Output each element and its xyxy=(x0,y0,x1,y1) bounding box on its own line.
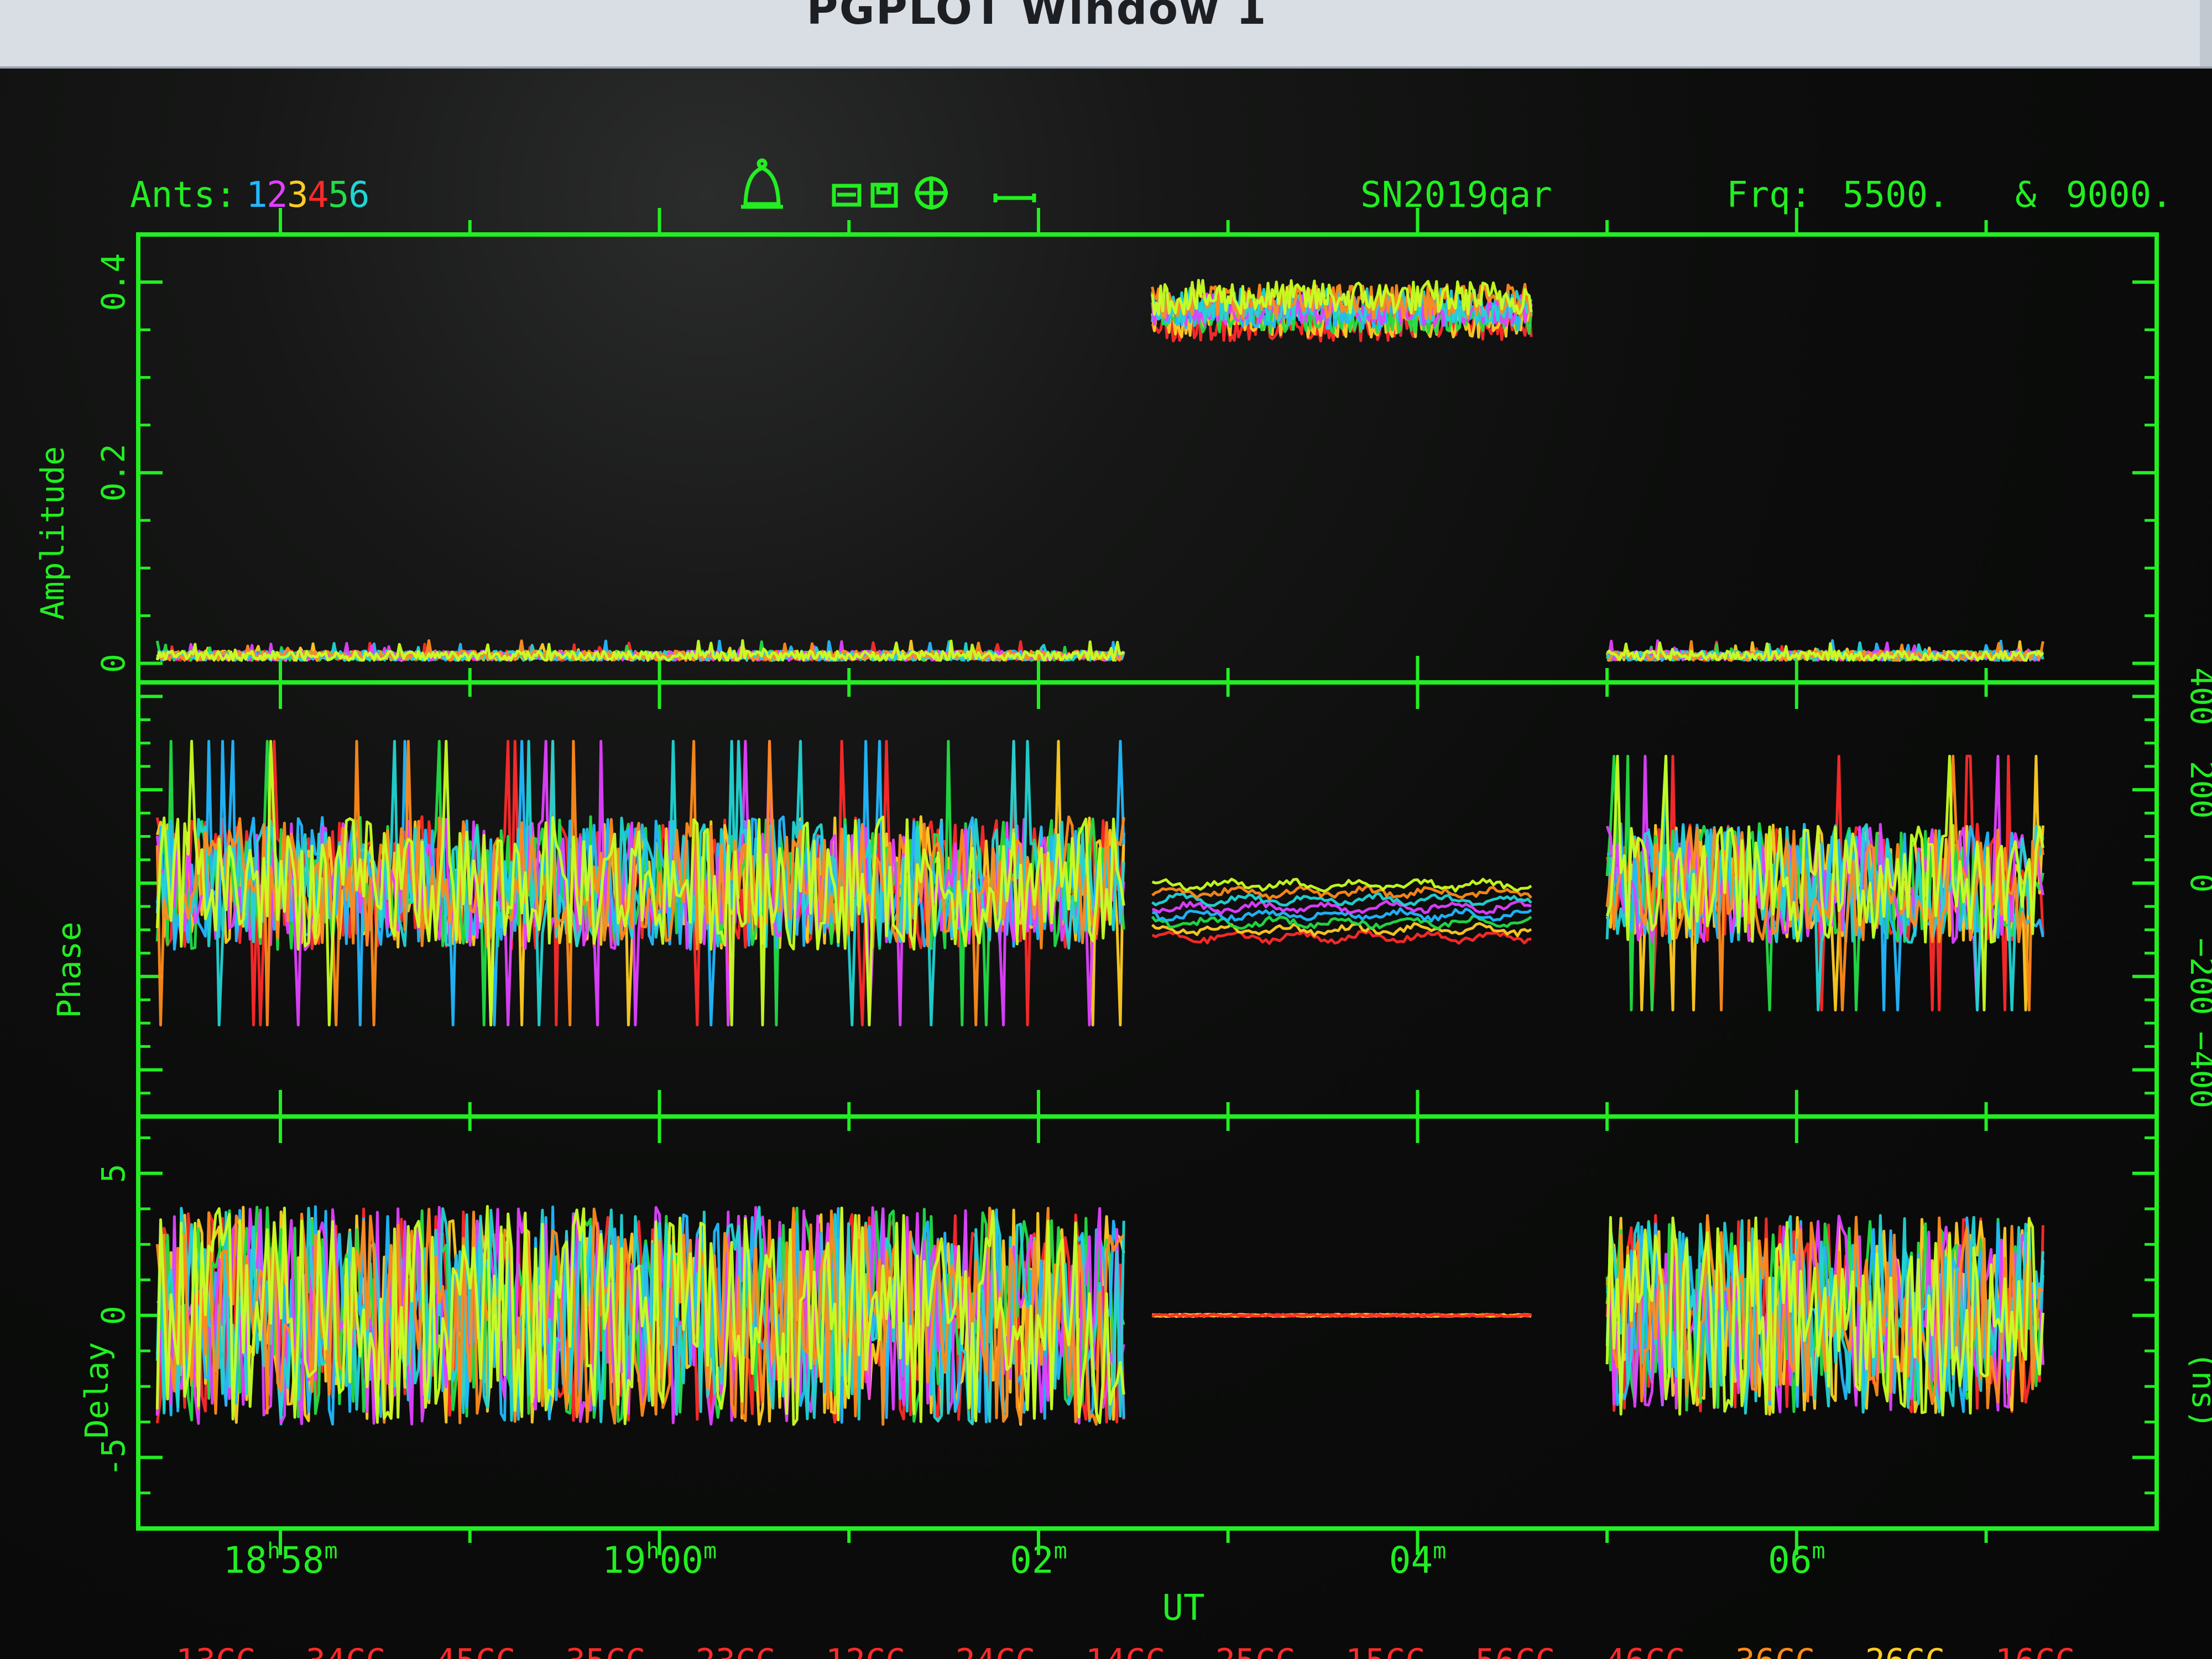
baseline-legend: 13CC 34CC 45CC 35CC 23CC 12CC 24CC 14CC 25CC 15CC… xyxy=(176,1642,2075,1659)
x-tick-minor: 00 xyxy=(659,1539,703,1582)
bell-icon[interactable] xyxy=(741,158,783,209)
phase-series-1-segment-2 xyxy=(1151,930,1532,945)
freq-value-1: 5500. xyxy=(1843,175,1949,216)
delay-series-8-segment-2 xyxy=(1151,1313,1532,1318)
window-titlebar: PGPLOT Window 1 xyxy=(0,0,2212,69)
baseline-label: 15CC xyxy=(1345,1642,1426,1659)
delay-unit-label: (ns) xyxy=(2185,1352,2212,1429)
phase-series-7-segment-2 xyxy=(1151,884,1532,900)
crosshair-icon[interactable] xyxy=(915,176,948,210)
amplitude-y-tick-label: 0.4 xyxy=(95,253,132,311)
baseline-label: 34CC xyxy=(306,1642,386,1659)
antenna-5: 5 xyxy=(328,175,349,216)
pgplot-canvas: Ants: 123456 SN2019qar Frq: 5500. & 9000… xyxy=(0,69,2212,1659)
delay-y-tick-label: 5 xyxy=(95,1164,132,1183)
baseline-label: 12CC xyxy=(826,1642,906,1659)
baseline-label: 13CC xyxy=(176,1642,256,1659)
baseline-label: 25CC xyxy=(1215,1642,1296,1659)
delay-y-tick-label: -5 xyxy=(95,1438,132,1477)
diagnostic-plot: Ants: 123456 SN2019qar Frq: 5500. & 9000… xyxy=(34,158,2212,1659)
freq-value-2: 9000. xyxy=(2066,175,2173,216)
phase-y-tick-label: −400 xyxy=(2183,1031,2212,1109)
baseline-label: 56CC xyxy=(1475,1642,1556,1659)
baseline-label: 36CC xyxy=(1735,1642,1815,1659)
window-title: PGPLOT Window 1 xyxy=(806,0,1267,34)
disk-icon[interactable] xyxy=(870,182,898,208)
amplitude-y-tick-label: 0.2 xyxy=(95,444,132,502)
antenna-1: 1 xyxy=(246,175,268,216)
x-tick-label: 19h00m xyxy=(602,1538,717,1582)
window-edge xyxy=(2200,0,2212,66)
x-tick-m: m xyxy=(325,1538,338,1564)
baseline-label: 23CC xyxy=(696,1642,776,1659)
antenna-4: 4 xyxy=(307,175,329,216)
delay-y-tick-label: 0 xyxy=(95,1306,132,1325)
x-tick-minor: 58 xyxy=(280,1539,324,1582)
amplitude-y-tick-label: 0 xyxy=(95,654,132,673)
x-tick-m: m xyxy=(1054,1538,1067,1564)
phase-series-8-segment-1 xyxy=(155,739,1125,1027)
phase-series-8-segment-2 xyxy=(1151,878,1532,893)
phase-y-tick-label: 400 xyxy=(2183,667,2212,726)
antenna-legend: 123456 xyxy=(246,175,370,216)
baseline-label: 26CC xyxy=(1865,1642,1945,1659)
x-tick-label: 18h58m xyxy=(223,1538,337,1582)
phase-axis-label: Phase xyxy=(50,922,88,1019)
x-axis-label: UT xyxy=(1162,1588,1204,1629)
phase-y-tick-label: 0 xyxy=(2183,873,2212,893)
x-tick-major: 06 xyxy=(1768,1539,1812,1582)
phase-y-tick-label: 200 xyxy=(2183,761,2212,819)
baseline-label: 46CC xyxy=(1605,1642,1686,1659)
x-tick-m: m xyxy=(1812,1538,1825,1564)
baseline-label: 16CC xyxy=(1995,1642,2075,1659)
antenna-6: 6 xyxy=(348,175,370,216)
baseline-label: 45CC xyxy=(436,1642,516,1659)
delay-axis-label: Delay xyxy=(78,1342,116,1439)
x-tick-major: 18 xyxy=(223,1539,267,1582)
x-tick-h: h xyxy=(267,1538,280,1564)
toolbar xyxy=(741,158,1036,210)
baseline-label: 24CC xyxy=(956,1642,1036,1659)
x-tick-m: m xyxy=(1433,1538,1446,1564)
ants-label: Ants: xyxy=(130,175,237,216)
x-tick-major: 02 xyxy=(1010,1539,1053,1582)
x-tick-label: 04m xyxy=(1389,1538,1447,1582)
minus-icon[interactable] xyxy=(993,194,1036,202)
antenna-2: 2 xyxy=(267,175,288,216)
baseline-label: 14CC xyxy=(1086,1642,1166,1659)
x-tick-label: 06m xyxy=(1768,1538,1825,1582)
amplitude-axis-label: Amplitude xyxy=(34,446,71,620)
x-tick-m: m xyxy=(703,1538,717,1564)
antenna-3: 3 xyxy=(287,175,309,216)
baseline-label: 35CC xyxy=(566,1642,646,1659)
x-tick-h: h xyxy=(646,1538,659,1564)
freq-label: Frq: xyxy=(1726,175,1812,216)
phase-y-tick-label: −200 xyxy=(2183,938,2212,1015)
data-series xyxy=(155,279,2044,1426)
phase-series-2-segment-2 xyxy=(1151,922,1532,937)
x-tick-major: 04 xyxy=(1389,1539,1433,1582)
source-name: SN2019qar xyxy=(1360,175,1552,216)
x-tick-label: 02m xyxy=(1010,1538,1067,1582)
x-tick-major: 19 xyxy=(602,1539,646,1582)
printer-icon[interactable] xyxy=(832,184,862,207)
freq-separator: & xyxy=(2015,175,2037,216)
